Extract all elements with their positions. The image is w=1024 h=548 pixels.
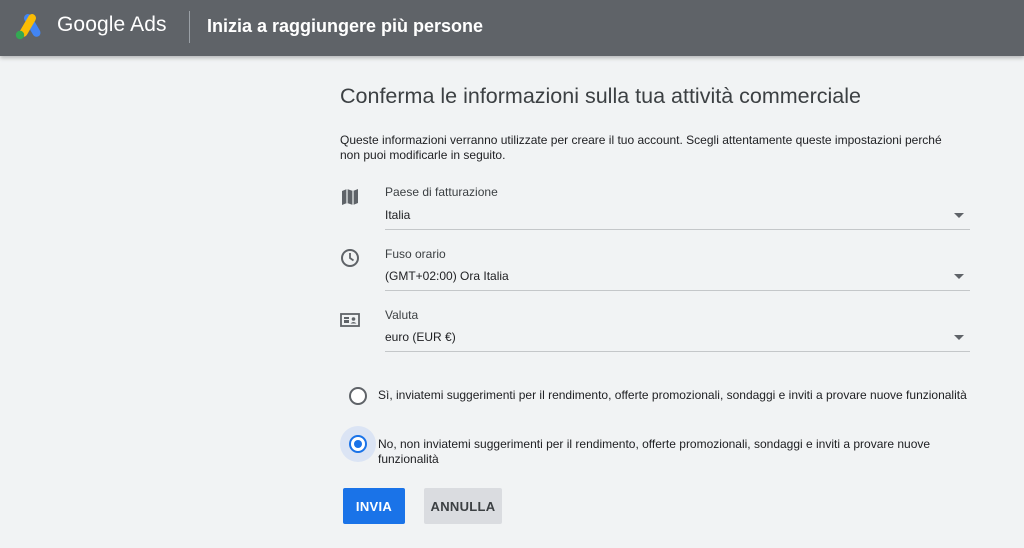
radio-button[interactable] [349, 387, 367, 405]
chevron-down-icon[interactable] [954, 274, 964, 279]
top-bar: Google Ads Inizia a raggiungere più pers… [0, 0, 1024, 56]
radio-yes-label[interactable]: Sì, inviatemi suggerimenti per il rendim… [378, 388, 978, 403]
page-title: Conferma le informazioni sulla tua attiv… [340, 84, 861, 108]
timezone-label: Fuso orario [385, 247, 446, 261]
radio-no-suggestions[interactable] [340, 426, 376, 462]
currency-underline [385, 351, 970, 352]
header-divider [189, 11, 190, 43]
google-ads-logo-icon [15, 14, 41, 40]
map-icon [342, 189, 358, 205]
timezone-underline [385, 290, 970, 291]
radio-yes-suggestions[interactable] [340, 378, 376, 414]
radio-button-checked[interactable] [349, 435, 367, 453]
submit-button[interactable]: INVIA [343, 488, 405, 524]
brand-name: Google Ads [57, 13, 167, 36]
page-heading: Inizia a raggiungere più persone [207, 16, 484, 36]
chevron-down-icon[interactable] [954, 335, 964, 340]
radio-no-label[interactable]: No, non inviatemi suggerimenti per il re… [378, 437, 978, 467]
billing-country-select[interactable]: Italia [385, 208, 410, 222]
timezone-select[interactable]: (GMT+02:00) Ora Italia [385, 269, 509, 283]
currency-label: Valuta [385, 308, 419, 322]
chevron-down-icon[interactable] [954, 213, 964, 218]
clock-icon [341, 249, 359, 267]
page-description: Queste informazioni verranno utilizzate … [340, 133, 942, 162]
cancel-button[interactable]: ANNULLA [424, 488, 502, 524]
currency-card-icon [340, 313, 360, 327]
billing-country-underline [385, 229, 970, 230]
billing-country-label: Paese di fatturazione [385, 185, 498, 199]
currency-select[interactable]: euro (EUR €) [385, 330, 456, 344]
